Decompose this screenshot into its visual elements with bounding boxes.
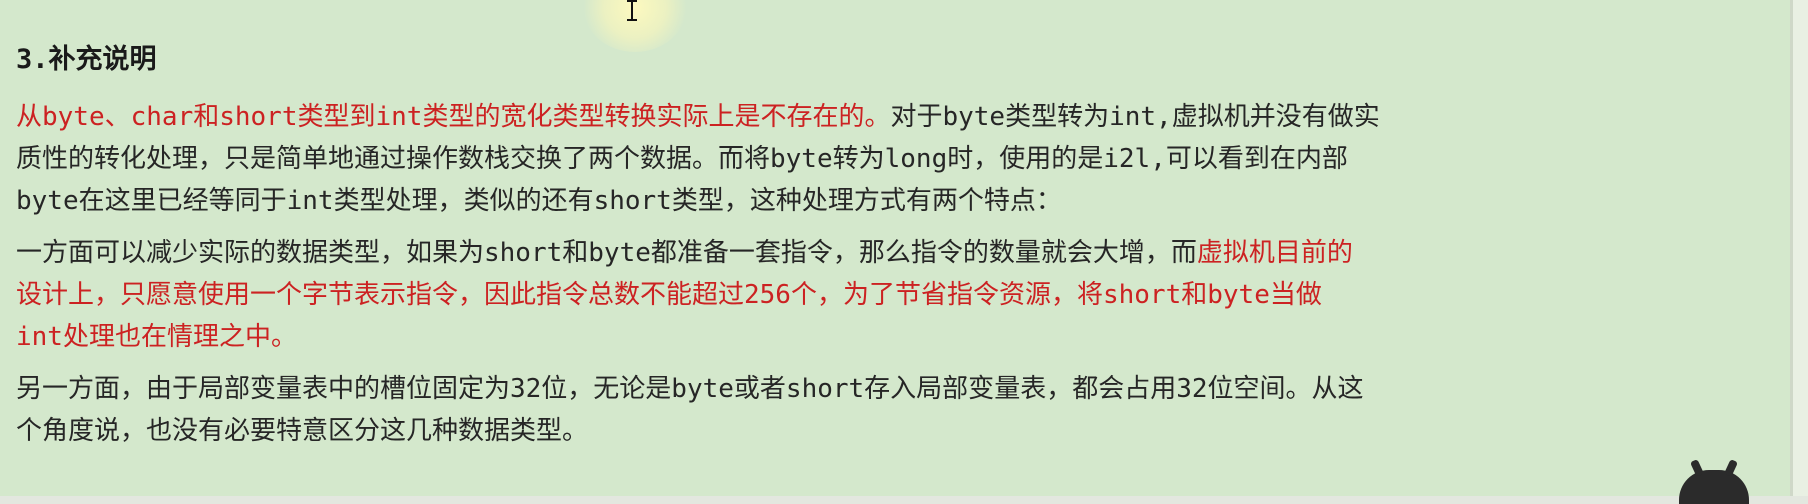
document-page: 3.补充说明 从byte、char和short类型到int类型的宽化类型转换实际… — [0, 0, 1793, 496]
paragraph-2-line-1: 一方面可以减少实际的数据类型，如果为short和byte都准备一套指令，那么指令… — [16, 232, 1782, 274]
paragraph-1-text: 对于byte类型转为int,虚拟机并没有做实 — [890, 102, 1380, 132]
page-bottom-edge — [0, 496, 1808, 504]
paragraph-2-red-text: 虚拟机目前的 — [1196, 238, 1353, 268]
paragraph-2-text: 一方面可以减少实际的数据类型，如果为short和byte都准备一套指令，那么指令… — [16, 238, 1197, 268]
paragraph-1-red-text: 从byte、char和short类型到int类型的宽化类型转换实际上是不存在的。 — [16, 102, 891, 132]
section-heading: 3.补充说明 — [16, 44, 157, 75]
paragraph-1-line-2: 质性的转化处理，只是简单地通过操作数栈交换了两个数据。而将byte转为long时… — [16, 144, 1348, 174]
paragraph-2: 一方面可以减少实际的数据类型，如果为short和byte都准备一套指令，那么指令… — [16, 232, 1782, 358]
text-cursor-icon — [627, 0, 638, 22]
paragraph-3-line-2: 个角度说，也没有必要特意区分这几种数据类型。 — [16, 416, 589, 446]
paragraph-2-line-3: int处理也在情理之中。 — [16, 322, 297, 352]
paragraph-1: 从byte、char和short类型到int类型的宽化类型转换实际上是不存在的。… — [16, 96, 1782, 222]
paragraph-1-line-1: 从byte、char和short类型到int类型的宽化类型转换实际上是不存在的。… — [16, 96, 1782, 138]
paragraph-1-line-3: byte在这里已经等同于int类型处理，类似的还有short类型，这种处理方式有… — [16, 186, 1062, 216]
paragraph-2-line-2: 设计上，只愿意使用一个字节表示指令，因此指令总数不能超过256个，为了节省指令资… — [16, 280, 1322, 310]
document-content: 3.补充说明 从byte、char和short类型到int类型的宽化类型转换实际… — [16, 42, 1782, 462]
paragraph-3: 另一方面，由于局部变量表中的槽位固定为32位，无论是byte或者short存入局… — [16, 368, 1782, 452]
paragraph-3-line-1: 另一方面，由于局部变量表中的槽位固定为32位，无论是byte或者short存入局… — [16, 374, 1364, 404]
